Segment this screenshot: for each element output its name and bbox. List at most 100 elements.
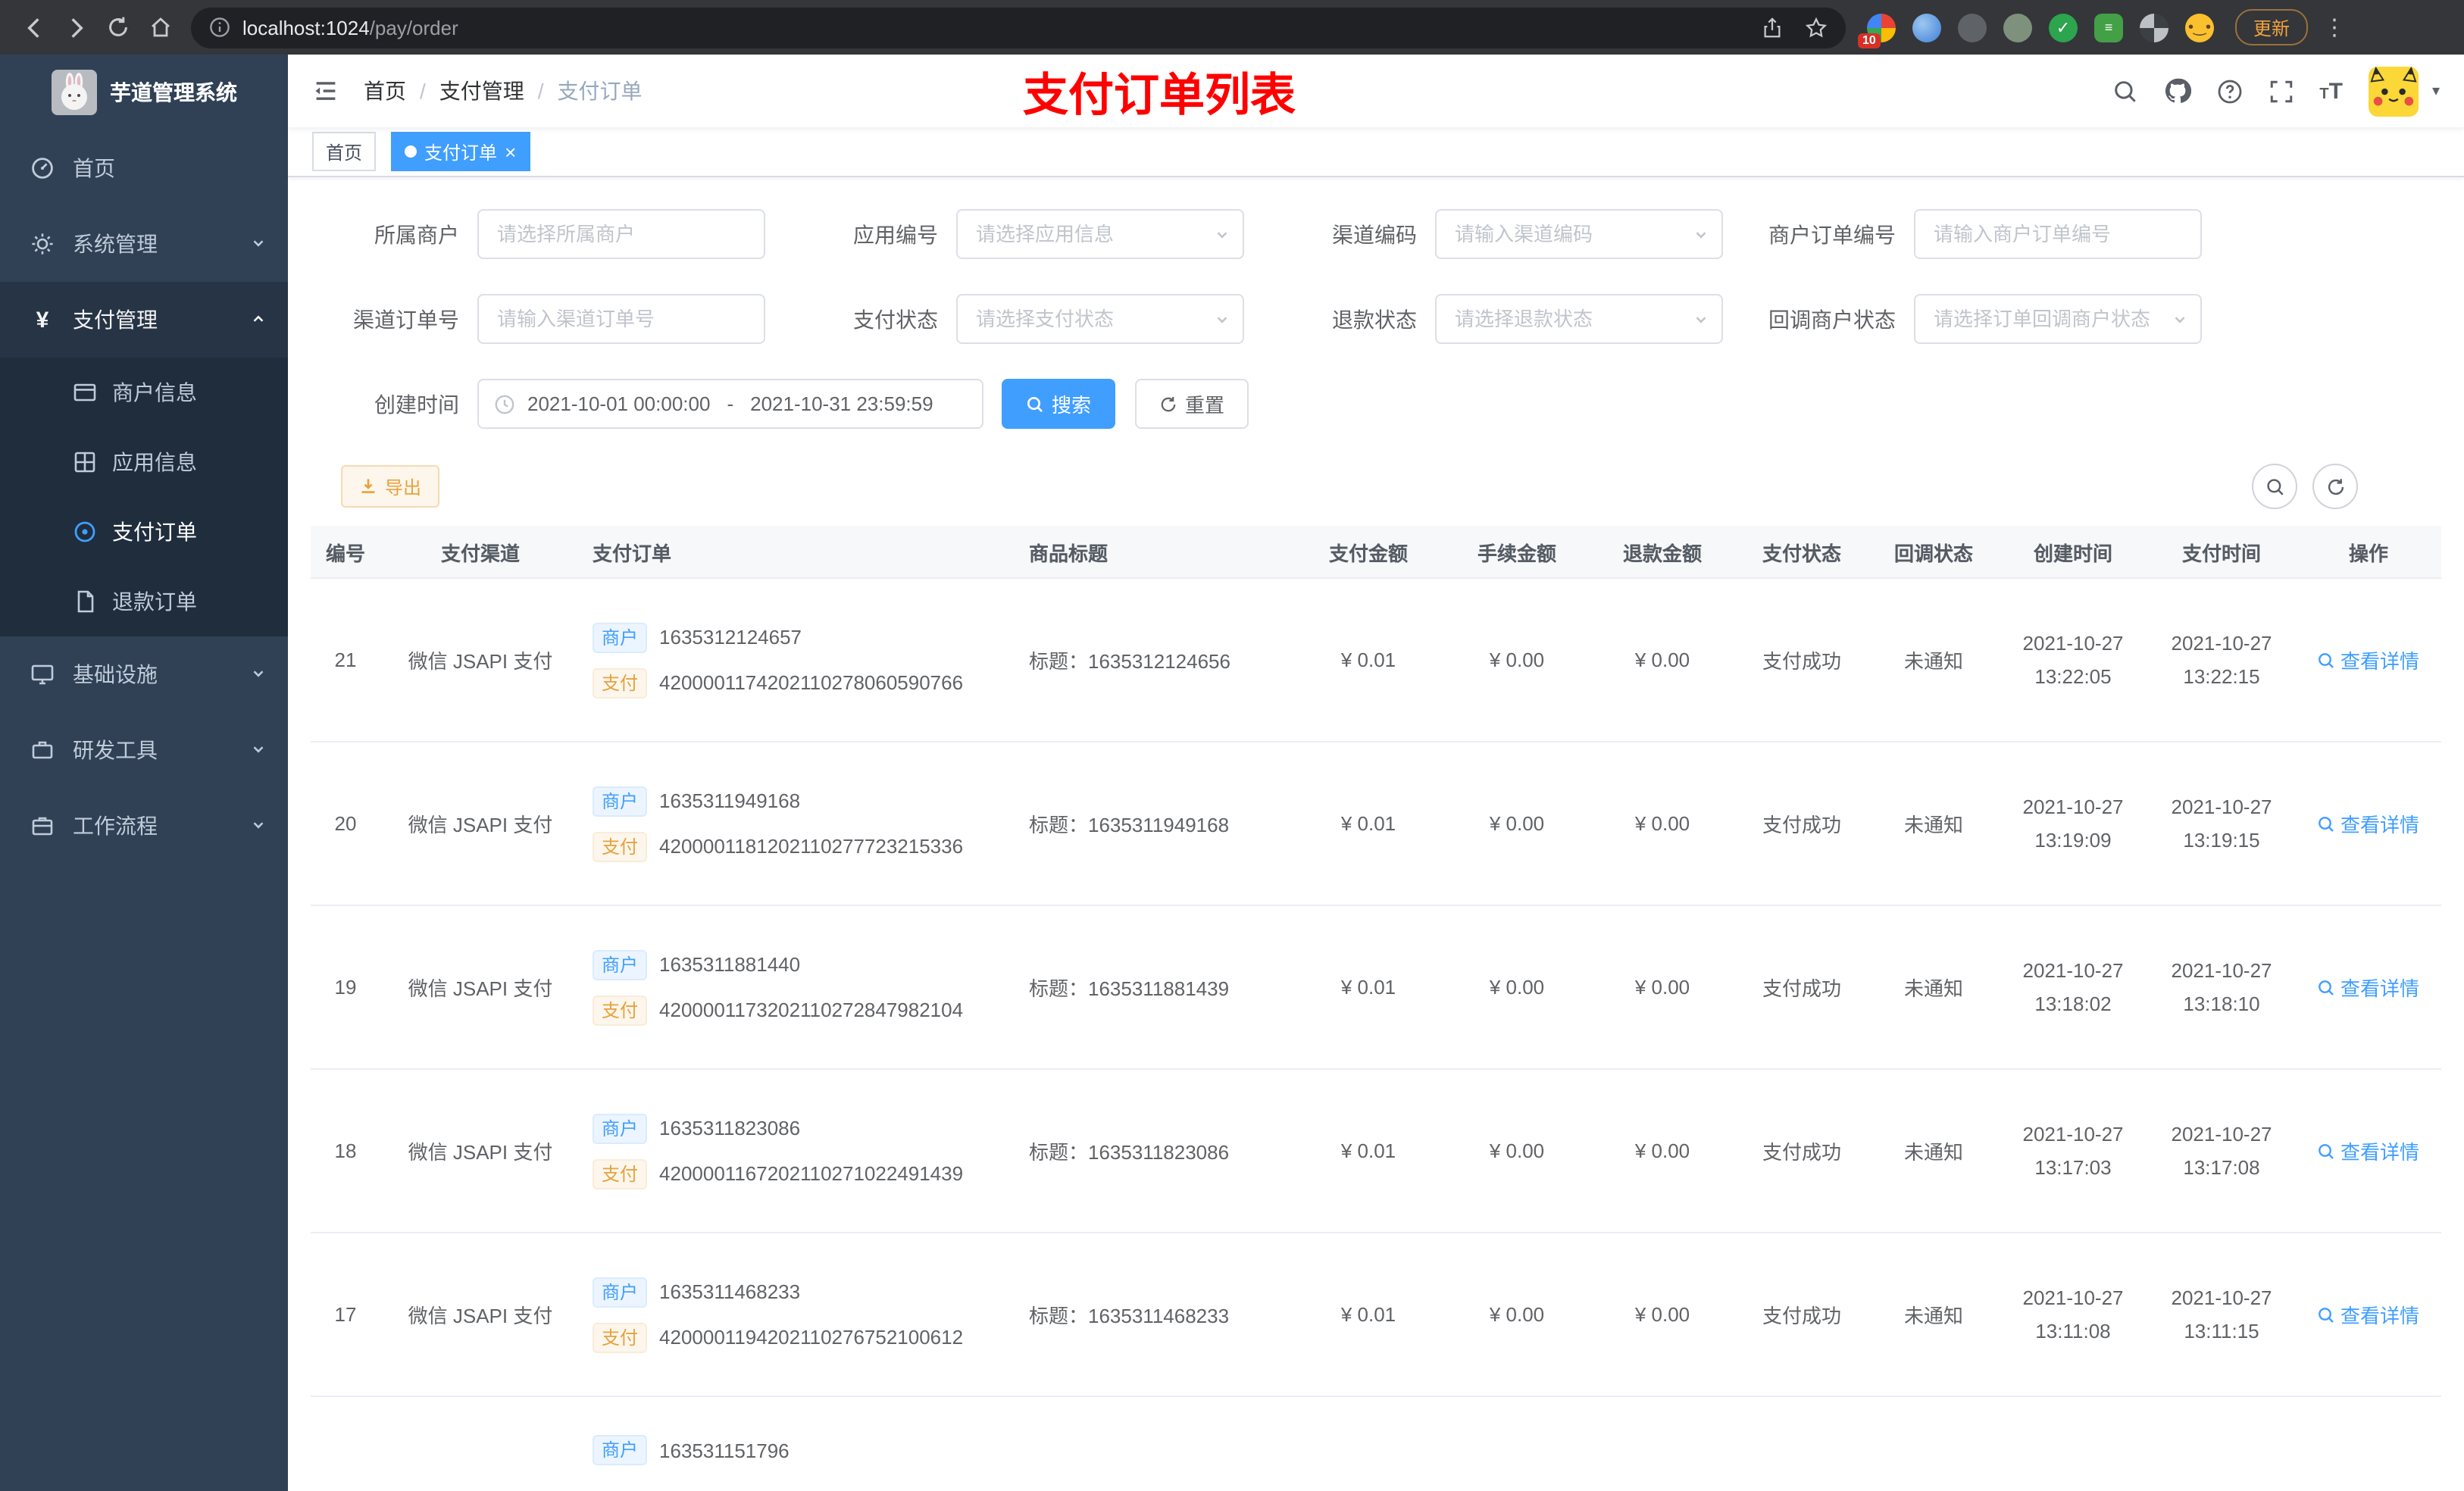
tag-home[interactable]: 首页: [312, 132, 377, 171]
header-search-button[interactable]: [2112, 78, 2137, 104]
app-select[interactable]: [956, 209, 1244, 259]
browser-reload-button[interactable]: [97, 6, 139, 48]
filter-merchant-order: 商户订单编号: [1747, 209, 2226, 259]
extension-check-icon[interactable]: ✓: [2049, 13, 2078, 42]
filter-create-time: 创建时间 2021-10-01 00:00:00 - 2021-10-31 23…: [311, 379, 983, 429]
download-icon: [361, 479, 375, 493]
address-bar[interactable]: localhost:1024/pay/order: [191, 7, 1846, 48]
extension-pinwheel-icon[interactable]: [2140, 13, 2169, 42]
avatar-caret-icon[interactable]: ▾: [2432, 83, 2440, 99]
view-detail-link[interactable]: 查看详情: [2318, 973, 2419, 1002]
target-icon: [73, 520, 97, 544]
breadcrumb-home[interactable]: 首页: [364, 76, 406, 106]
home-icon: [152, 17, 170, 37]
extensions-cluster: 10 ✓ ≡ •‿•: [1858, 13, 2214, 48]
channel-order-input[interactable]: [477, 294, 765, 344]
tags-view-bar: 首页 支付订单 ×: [288, 127, 2464, 177]
orders-table: 编号 支付渠道 支付订单 商品标题 支付金额 手续金额 退款金额 支付状态 回调…: [311, 526, 2441, 1491]
filter-merchant: 所属商户: [311, 209, 790, 259]
dashboard-icon: [30, 156, 55, 180]
tag-pay-order[interactable]: 支付订单 ×: [391, 132, 530, 171]
sidebar-logo[interactable]: 芋道管理系统: [0, 55, 288, 130]
pikachu-avatar-icon: [2368, 66, 2419, 116]
sidebar-item-app-info[interactable]: 应用信息: [0, 427, 288, 497]
merchant-tag: 商户: [593, 622, 648, 652]
browser-update-button[interactable]: 更新: [2235, 9, 2309, 45]
filter-channel-order-label: 渠道订单号: [353, 307, 459, 331]
monitor-icon: [30, 662, 55, 686]
merchant-order-input[interactable]: [1914, 209, 2202, 259]
merchant-order-no: 1635311881440: [659, 953, 801, 976]
sidebar-item-merchant-info[interactable]: 商户信息: [0, 358, 288, 427]
refund-status-select[interactable]: [1435, 294, 1723, 344]
github-button[interactable]: [2163, 77, 2191, 105]
reload-icon: [109, 17, 127, 36]
sidebar-item-home[interactable]: 首页: [0, 130, 288, 206]
view-detail-link[interactable]: 查看详情: [2318, 809, 2419, 838]
filter-create-time-label: 创建时间: [374, 392, 459, 416]
table-refresh-button[interactable]: [2312, 464, 2358, 509]
sidebar-item-pay-order[interactable]: 支付订单: [0, 497, 288, 567]
merchant-input[interactable]: [477, 209, 765, 259]
search-icon: [1027, 395, 1043, 411]
export-button[interactable]: 导出: [341, 465, 440, 508]
merchant-tag: 商户: [593, 949, 648, 980]
view-detail-link[interactable]: 查看详情: [2318, 1300, 2419, 1329]
view-detail-link[interactable]: 查看详情: [2318, 645, 2419, 674]
filter-pay-status: 支付状态: [790, 294, 1268, 344]
fullscreen-button[interactable]: [2268, 78, 2294, 104]
question-icon: [2217, 79, 2241, 103]
extension-drop-icon[interactable]: [1912, 13, 1941, 42]
magnifier-icon: [2319, 1143, 2334, 1158]
browser-home-button[interactable]: [139, 6, 182, 48]
search-button[interactable]: 搜索: [1002, 379, 1116, 429]
date-range-picker[interactable]: 2021-10-01 00:00:00 - 2021-10-31 23:59:5…: [477, 379, 983, 429]
document-icon: [73, 589, 97, 614]
date-start: 2021-10-01 00:00:00: [527, 392, 711, 415]
chevron-down-icon: [250, 814, 267, 838]
filter-pay-status-label: 支付状态: [853, 307, 938, 331]
extension-face-icon[interactable]: •‿•: [2185, 13, 2214, 42]
sidebar-item-workflow[interactable]: 工作流程: [0, 788, 288, 864]
sidebar-item-infra[interactable]: 基础设施: [0, 636, 288, 712]
sidebar-item-payment[interactable]: ¥ 支付管理: [0, 282, 288, 358]
channel-code-select[interactable]: [1435, 209, 1723, 259]
table-row-partial: 商户 163531151796: [311, 1397, 2441, 1491]
extension-dark-icon[interactable]: [1958, 13, 1987, 42]
share-icon[interactable]: [1761, 16, 1784, 39]
sidebar-item-system[interactable]: 系统管理: [0, 206, 288, 282]
reset-button[interactable]: 重置: [1135, 379, 1249, 429]
app-title: 芋道管理系统: [110, 80, 237, 105]
merchant-tag: 商户: [593, 1113, 648, 1143]
bookmark-star-icon[interactable]: [1805, 16, 1828, 39]
extension-sage-icon[interactable]: [2003, 13, 2032, 42]
tag-close-icon[interactable]: ×: [505, 142, 516, 161]
user-avatar[interactable]: [2368, 66, 2419, 116]
merchant-order-no: 1635311823086: [659, 1117, 801, 1139]
site-info-icon[interactable]: [209, 17, 230, 38]
pay-status-select[interactable]: [956, 294, 1244, 344]
table-search-toggle-button[interactable]: [2252, 464, 2297, 509]
browser-menu-button[interactable]: ⋮: [2323, 14, 2347, 41]
url-text: localhost:1024/pay/order: [242, 16, 458, 39]
navbar-actions: TT ▾: [2112, 66, 2440, 116]
sidebar-item-refund-order[interactable]: 退款订单: [0, 567, 288, 636]
callback-status-select[interactable]: [1914, 294, 2202, 344]
filter-app: 应用编号: [790, 209, 1268, 259]
hamburger-icon: [315, 82, 336, 100]
breadcrumb-payment[interactable]: 支付管理: [439, 76, 524, 106]
font-size-button[interactable]: TT: [2319, 78, 2343, 104]
extension-puzzle-icon[interactable]: 10: [1858, 13, 1896, 48]
pay-order-no: 4200001174202110278060590766: [659, 671, 964, 694]
chevron-down-icon: [250, 232, 267, 256]
extension-chat-icon[interactable]: ≡: [2094, 13, 2123, 42]
pay-order-no: 4200001194202110276752100612: [659, 1326, 964, 1349]
view-detail-link[interactable]: 查看详情: [2318, 1136, 2419, 1165]
browser-forward-button[interactable]: [55, 6, 97, 48]
sidebar-item-dev-tools[interactable]: 研发工具: [0, 712, 288, 788]
sidebar-toggle-button[interactable]: [312, 77, 339, 105]
docs-help-button[interactable]: [2216, 78, 2242, 104]
browser-toolbar: localhost:1024/pay/order 10 ✓ ≡ •‿• 更新 ⋮: [0, 0, 2464, 55]
table-row: 18 微信 JSAPI 支付 商户 1635311823086 支付 4200001…: [311, 1070, 2441, 1233]
browser-back-button[interactable]: [12, 6, 55, 48]
